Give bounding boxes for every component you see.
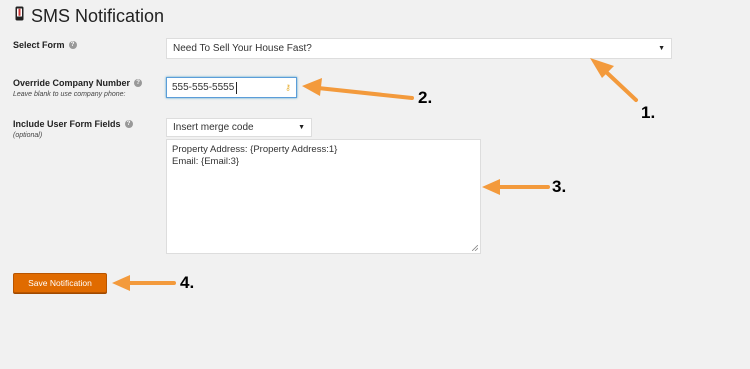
callout-4: 4. xyxy=(180,273,195,292)
annotation-arrows xyxy=(112,58,638,291)
arrow-1-icon xyxy=(590,58,638,102)
callout-1: 1. xyxy=(641,103,656,122)
callout-2: 2. xyxy=(418,88,433,107)
arrow-2-icon xyxy=(302,78,414,100)
arrow-4-icon xyxy=(112,275,176,291)
callout-3: 3. xyxy=(552,177,567,196)
arrow-3-icon xyxy=(482,179,550,195)
